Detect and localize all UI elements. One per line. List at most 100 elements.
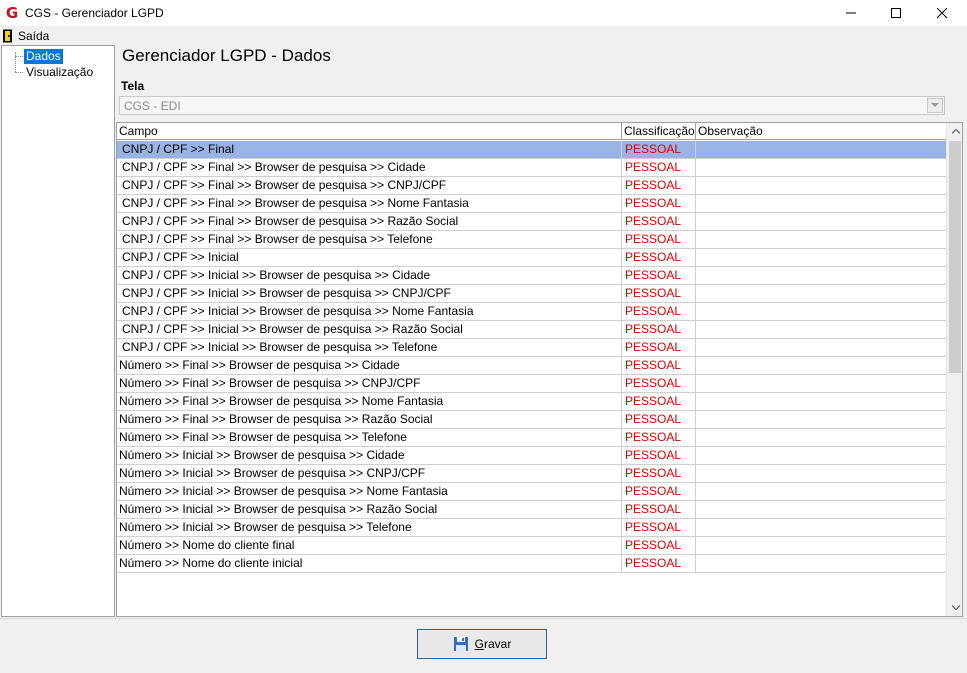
vertical-scrollbar[interactable] [946, 123, 962, 616]
cell-observacao[interactable] [696, 249, 946, 267]
cell-observacao[interactable] [696, 555, 946, 573]
cell-classificacao[interactable]: PESSOAL [622, 141, 696, 159]
cell-campo[interactable]: CNPJ / CPF >> Inicial >> Browser de pesq… [117, 285, 622, 303]
cell-campo[interactable]: Número >> Nome do cliente inicial [117, 555, 622, 573]
cell-campo[interactable]: Número >> Final >> Browser de pesquisa >… [117, 375, 622, 393]
cell-classificacao[interactable]: PESSOAL [622, 519, 696, 537]
cell-campo[interactable]: CNPJ / CPF >> Final >> Browser de pesqui… [117, 177, 622, 195]
table-row[interactable]: CNPJ / CPF >> Final PESSOAL [117, 141, 946, 159]
cell-classificacao[interactable]: PESSOAL [622, 483, 696, 501]
cell-observacao[interactable] [696, 267, 946, 285]
cell-observacao[interactable] [696, 159, 946, 177]
cell-observacao[interactable] [696, 483, 946, 501]
cell-campo[interactable]: Número >> Final >> Browser de pesquisa >… [117, 411, 622, 429]
table-row[interactable]: CNPJ / CPF >> Final >> Browser de pesqui… [117, 231, 946, 249]
close-button[interactable] [919, 0, 965, 26]
column-header-classificacao[interactable]: Classificação [622, 123, 696, 140]
table-row[interactable]: Número >> Nome do cliente final PESSOAL [117, 537, 946, 555]
cell-observacao[interactable] [696, 177, 946, 195]
cell-classificacao[interactable]: PESSOAL [622, 501, 696, 519]
table-row[interactable]: Número >> Final >> Browser de pesquisa >… [117, 411, 946, 429]
cell-campo[interactable]: CNPJ / CPF >> Inicial >> Browser de pesq… [117, 267, 622, 285]
sidebar-item-visualizacao[interactable]: Visualização [24, 65, 95, 80]
table-row[interactable]: Número >> Inicial >> Browser de pesquisa… [117, 465, 946, 483]
cell-campo[interactable]: Número >> Inicial >> Browser de pesquisa… [117, 483, 622, 501]
column-header-observacao[interactable]: Observação [696, 123, 946, 140]
cell-observacao[interactable] [696, 537, 946, 555]
cell-classificacao[interactable]: PESSOAL [622, 303, 696, 321]
table-row[interactable]: CNPJ / CPF >> Inicial >> Browser de pesq… [117, 303, 946, 321]
table-row[interactable]: CNPJ / CPF >> Inicial PESSOAL [117, 249, 946, 267]
table-row[interactable]: CNPJ / CPF >> Inicial >> Browser de pesq… [117, 285, 946, 303]
cell-classificacao[interactable]: PESSOAL [622, 537, 696, 555]
cell-campo[interactable]: Número >> Final >> Browser de pesquisa >… [117, 393, 622, 411]
cell-observacao[interactable] [696, 339, 946, 357]
cell-campo[interactable]: Número >> Final >> Browser de pesquisa >… [117, 429, 622, 447]
cell-classificacao[interactable]: PESSOAL [622, 213, 696, 231]
cell-campo[interactable]: Número >> Final >> Browser de pesquisa >… [117, 357, 622, 375]
scroll-down-button[interactable] [947, 599, 962, 616]
maximize-button[interactable] [873, 0, 919, 26]
table-row[interactable]: Número >> Final >> Browser de pesquisa >… [117, 375, 946, 393]
scroll-up-button[interactable] [947, 123, 962, 140]
cell-campo[interactable]: Número >> Inicial >> Browser de pesquisa… [117, 447, 622, 465]
cell-observacao[interactable] [696, 465, 946, 483]
cell-observacao[interactable] [696, 195, 946, 213]
cell-campo[interactable]: CNPJ / CPF >> Final >> Browser de pesqui… [117, 159, 622, 177]
cell-classificacao[interactable]: PESSOAL [622, 465, 696, 483]
table-row[interactable]: CNPJ / CPF >> Final >> Browser de pesqui… [117, 159, 946, 177]
data-grid[interactable]: Campo Classificação Observação CNPJ / CP… [116, 122, 963, 617]
cell-classificacao[interactable]: PESSOAL [622, 393, 696, 411]
cell-observacao[interactable] [696, 447, 946, 465]
table-row[interactable]: CNPJ / CPF >> Final >> Browser de pesqui… [117, 195, 946, 213]
cell-observacao[interactable] [696, 429, 946, 447]
table-row[interactable]: Número >> Final >> Browser de pesquisa >… [117, 393, 946, 411]
cell-observacao[interactable] [696, 357, 946, 375]
cell-classificacao[interactable]: PESSOAL [622, 285, 696, 303]
cell-classificacao[interactable]: PESSOAL [622, 159, 696, 177]
column-header-campo[interactable]: Campo [117, 123, 622, 140]
cell-classificacao[interactable]: PESSOAL [622, 195, 696, 213]
cell-classificacao[interactable]: PESSOAL [622, 267, 696, 285]
table-row[interactable]: CNPJ / CPF >> Inicial >> Browser de pesq… [117, 339, 946, 357]
cell-campo[interactable]: Número >> Inicial >> Browser de pesquisa… [117, 501, 622, 519]
table-row[interactable]: Número >> Inicial >> Browser de pesquisa… [117, 447, 946, 465]
table-row[interactable]: CNPJ / CPF >> Inicial >> Browser de pesq… [117, 267, 946, 285]
cell-classificacao[interactable]: PESSOAL [622, 555, 696, 573]
cell-classificacao[interactable]: PESSOAL [622, 375, 696, 393]
cell-observacao[interactable] [696, 303, 946, 321]
cell-campo[interactable]: Número >> Nome do cliente final [117, 537, 622, 555]
cell-campo[interactable]: CNPJ / CPF >> Inicial >> Browser de pesq… [117, 303, 622, 321]
minimize-button[interactable] [828, 0, 874, 26]
cell-observacao[interactable] [696, 231, 946, 249]
cell-observacao[interactable] [696, 141, 946, 159]
cell-campo[interactable]: CNPJ / CPF >> Final >> Browser de pesqui… [117, 213, 622, 231]
cell-classificacao[interactable]: PESSOAL [622, 357, 696, 375]
table-row[interactable]: Número >> Inicial >> Browser de pesquisa… [117, 483, 946, 501]
table-row[interactable]: Número >> Inicial >> Browser de pesquisa… [117, 519, 946, 537]
cell-classificacao[interactable]: PESSOAL [622, 321, 696, 339]
table-row[interactable]: Número >> Final >> Browser de pesquisa >… [117, 357, 946, 375]
tela-select[interactable]: CGS - EDI [119, 96, 945, 115]
cell-observacao[interactable] [696, 213, 946, 231]
cell-observacao[interactable] [696, 411, 946, 429]
cell-campo[interactable]: CNPJ / CPF >> Final [117, 141, 622, 159]
save-button[interactable]: Gravar [417, 629, 547, 659]
sidebar-item-dados[interactable]: Dados [24, 49, 63, 64]
cell-campo[interactable]: Número >> Inicial >> Browser de pesquisa… [117, 519, 622, 537]
cell-observacao[interactable] [696, 285, 946, 303]
menu-exit[interactable]: Saída [2, 27, 49, 44]
table-row[interactable]: Número >> Inicial >> Browser de pesquisa… [117, 501, 946, 519]
cell-campo[interactable]: CNPJ / CPF >> Inicial [117, 249, 622, 267]
table-row[interactable]: CNPJ / CPF >> Final >> Browser de pesqui… [117, 177, 946, 195]
cell-observacao[interactable] [696, 501, 946, 519]
cell-observacao[interactable] [696, 321, 946, 339]
table-row[interactable]: Número >> Final >> Browser de pesquisa >… [117, 429, 946, 447]
cell-campo[interactable]: Número >> Inicial >> Browser de pesquisa… [117, 465, 622, 483]
cell-observacao[interactable] [696, 393, 946, 411]
cell-campo[interactable]: CNPJ / CPF >> Inicial >> Browser de pesq… [117, 339, 622, 357]
table-row[interactable]: CNPJ / CPF >> Inicial >> Browser de pesq… [117, 321, 946, 339]
cell-classificacao[interactable]: PESSOAL [622, 447, 696, 465]
tela-select-dropdown-button[interactable] [927, 98, 943, 113]
cell-classificacao[interactable]: PESSOAL [622, 411, 696, 429]
